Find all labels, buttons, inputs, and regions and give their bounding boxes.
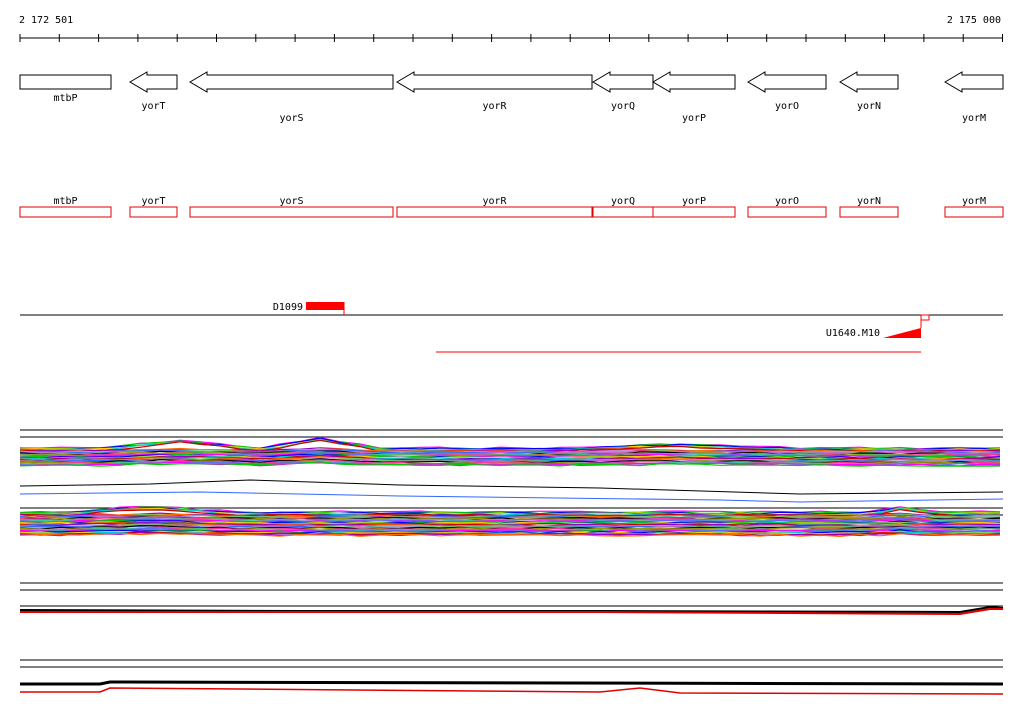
gene-arrow-yorP[interactable] <box>652 71 736 93</box>
gene-arrow-label: yorO <box>775 101 799 112</box>
gene-box-yorS[interactable] <box>189 206 394 218</box>
gene-box-label: mtbP <box>53 196 77 207</box>
profile-line <box>20 680 1004 686</box>
gene-box-label: yorM <box>962 196 986 207</box>
gene-box-yorR[interactable] <box>396 206 593 218</box>
gene-arrow-yorQ[interactable] <box>592 71 654 93</box>
coordinate-ruler: 2 172 501 2 175 000 <box>19 15 1003 42</box>
expression-profile-tracks <box>19 429 1004 695</box>
gene-box-label: yorP <box>682 196 706 207</box>
gene-arrow-label: yorN <box>857 101 881 112</box>
gene-box-label: yorN <box>857 196 881 207</box>
feature-u1640-wedge[interactable] <box>883 328 921 338</box>
gene-arrow-label: yorS <box>279 113 303 124</box>
gene-arrow-yorO[interactable] <box>747 71 827 93</box>
gene-arrow-mtbP[interactable] <box>19 74 112 90</box>
gene-arrow-label: yorR <box>482 101 507 112</box>
feature-u1640-marker <box>920 314 930 328</box>
gene-box-mtbP[interactable] <box>19 206 112 218</box>
gene-arrow-yorT[interactable] <box>129 71 178 93</box>
gene-arrow-label: yorP <box>682 113 706 124</box>
gene-arrow-yorR[interactable] <box>396 71 593 93</box>
gene-arrow-label: yorT <box>141 101 165 112</box>
ruler-end-label: 2 175 000 <box>947 15 1001 26</box>
gene-arrow-label: yorQ <box>611 101 635 112</box>
gene-arrow-label: yorM <box>962 113 986 124</box>
gene-box-label: yorT <box>141 196 165 207</box>
gene-box-yorP[interactable] <box>652 206 736 218</box>
gene-box-yorT[interactable] <box>129 206 178 218</box>
gene-arrow-yorM[interactable] <box>944 71 1004 93</box>
gene-box-yorM[interactable] <box>944 206 1004 218</box>
gene-arrow-label: mtbP <box>53 93 77 104</box>
profile-line <box>20 687 1004 695</box>
gene-box-yorO[interactable] <box>747 206 827 218</box>
gene-arrow-yorN[interactable] <box>839 71 899 93</box>
gene-box-yorN[interactable] <box>839 206 899 218</box>
gene-arrow-track: mtbP yorT yorS yorR yorQ yorP yorO yorN yorM <box>19 71 1004 124</box>
gene-box-track: mtbP yorT yorS yorR yorQ yorP yorO yorN yorM <box>19 196 1004 218</box>
feature-track: D1099 U1640.M10 <box>20 302 1003 353</box>
gene-box-yorQ[interactable] <box>592 206 654 218</box>
ruler-start-label: 2 172 501 <box>19 15 73 26</box>
feature-label-u1640: U1640.M10 <box>826 328 880 339</box>
gene-arrow-yorS[interactable] <box>189 71 394 93</box>
genome-browser-canvas: 2 172 501 2 175 000 mtbP yorT yorS yorR yorQ… <box>19 15 1004 695</box>
feature-label-d1099: D1099 <box>273 302 303 313</box>
feature-d1099-block[interactable] <box>306 302 344 310</box>
gene-box-label: yorS <box>279 196 303 207</box>
gene-box-label: yorO <box>775 196 799 207</box>
gene-box-label: yorQ <box>611 196 635 207</box>
gene-box-label: yorR <box>482 196 507 207</box>
